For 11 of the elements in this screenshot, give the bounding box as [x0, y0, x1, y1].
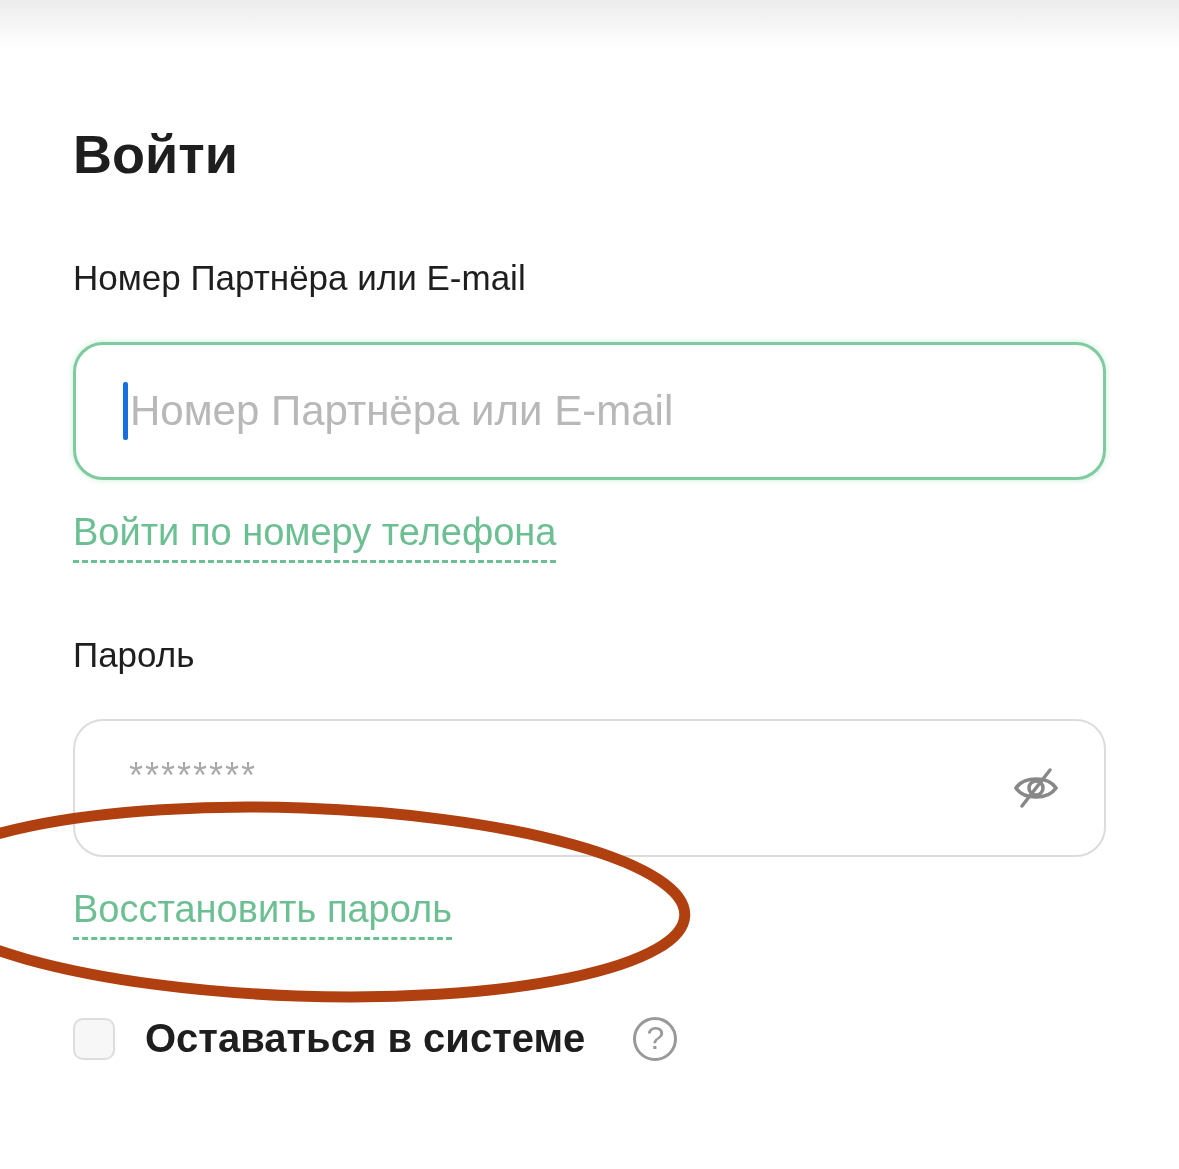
- recover-password-link[interactable]: Восстановить пароль: [73, 887, 452, 940]
- help-button[interactable]: ?: [633, 1016, 678, 1061]
- checkbox-label: Оставаться в системе: [145, 1016, 586, 1061]
- text-caret: [123, 382, 128, 440]
- phone-login-link[interactable]: Войти по номеру телефона: [73, 510, 557, 563]
- password-field[interactable]: ********: [73, 719, 1106, 857]
- field-label: Номер Партнёра или E-mail: [73, 257, 527, 299]
- field-label: Пароль: [73, 634, 196, 676]
- checkbox[interactable]: [73, 1017, 115, 1060]
- input-field[interactable]: Номер Партнёра или E-mail: [73, 342, 1106, 480]
- page-title: Войти: [73, 123, 239, 186]
